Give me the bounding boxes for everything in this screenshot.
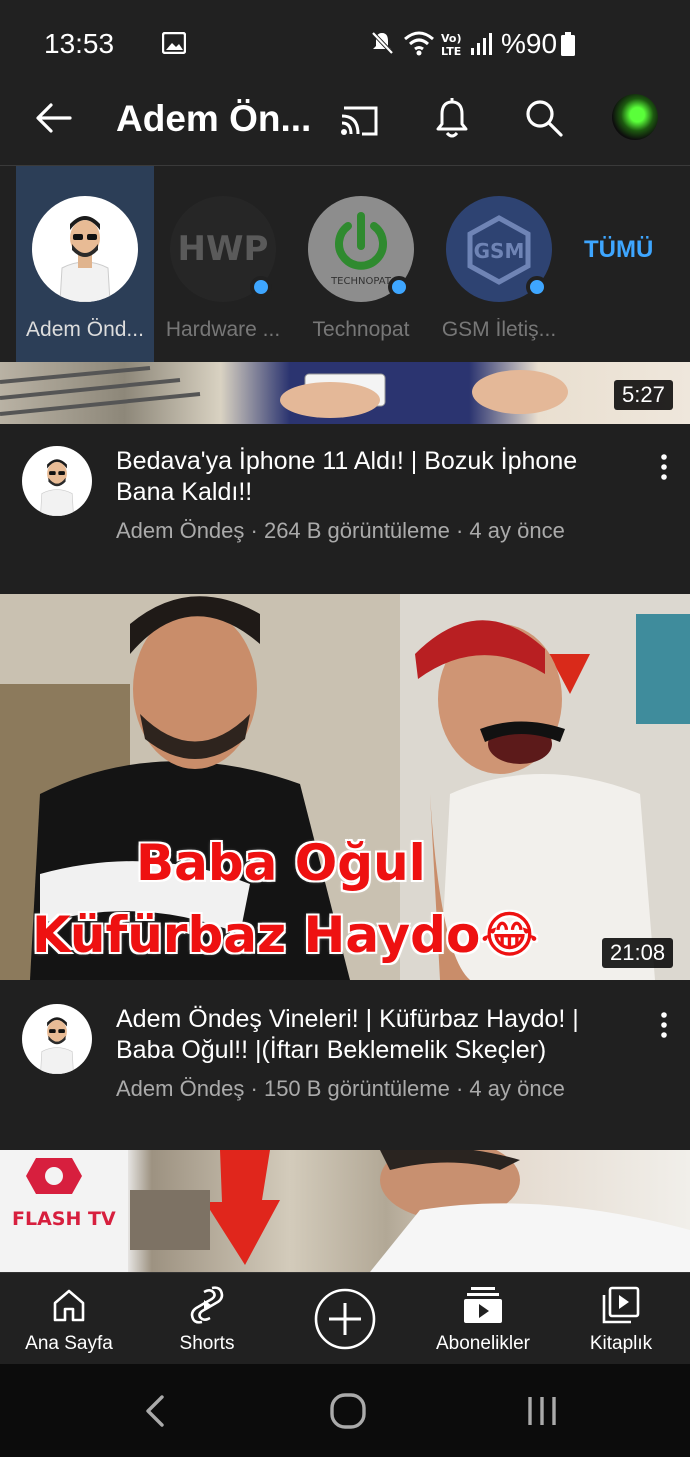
nav-home[interactable]: Ana Sayfa xyxy=(0,1273,138,1365)
nav-label: Abonelikler xyxy=(436,1333,530,1354)
library-icon xyxy=(602,1286,640,1324)
app-bar: Adem Ön... xyxy=(0,72,690,166)
thumbnail-caption-line2: Küfürbaz Haydo😂 xyxy=(32,906,539,964)
create-plus-icon xyxy=(314,1288,376,1350)
channel-logo-text: FLASH TV xyxy=(12,1208,116,1230)
channel-name: Adem Önd... xyxy=(26,318,144,341)
person-illustration xyxy=(59,216,111,302)
thumbnail-image xyxy=(0,366,568,418)
cast-icon[interactable] xyxy=(338,100,380,140)
svg-text:LTE: LTE xyxy=(441,45,461,58)
svg-text:Vo): Vo) xyxy=(441,32,462,45)
svg-text:GSM: GSM xyxy=(474,239,525,263)
subscriptions-icon xyxy=(464,1287,502,1323)
more-options-icon[interactable] xyxy=(652,1010,676,1040)
nav-create[interactable] xyxy=(276,1273,414,1365)
back-arrow-icon[interactable] xyxy=(34,98,74,138)
signal-icon xyxy=(471,33,492,55)
wifi-icon xyxy=(404,31,434,56)
person-illustration xyxy=(40,1017,74,1074)
video-thumbnail[interactable]: FLASH TV xyxy=(0,1150,690,1272)
account-avatar[interactable] xyxy=(612,94,658,140)
system-home-icon[interactable] xyxy=(328,1392,368,1430)
shorts-icon xyxy=(190,1286,224,1324)
page-title: Adem Ön... xyxy=(116,98,312,139)
nav-subscriptions[interactable]: Abonelikler xyxy=(414,1273,552,1365)
gallery-icon xyxy=(162,32,186,54)
video-info-row[interactable]: Bedava'ya İphone 11 Aldı! | Bozuk İphone… xyxy=(0,424,690,574)
status-time: 13:53 xyxy=(44,28,115,59)
video-metadata: Adem Öndeş · 264 B görüntüleme · 4 ay ön… xyxy=(116,518,565,543)
svg-text:HWP: HWP xyxy=(178,229,269,269)
mute-icon xyxy=(371,31,394,55)
new-content-dot xyxy=(526,276,548,298)
channel-item-adem-ondes[interactable]: Adem Önd... xyxy=(16,166,154,362)
channel-item-technopat[interactable]: TECHNOPAT Technopat xyxy=(292,166,430,362)
status-bar: 13:53 Vo) LTE %90 xyxy=(0,0,690,72)
channel-item-hardware[interactable]: HWP Hardware ... xyxy=(154,166,292,362)
search-icon[interactable] xyxy=(524,98,564,138)
all-channels-button[interactable]: TÜMÜ xyxy=(584,236,653,264)
bottom-navigation: Ana Sayfa Shorts Abonelikler Kitaplık xyxy=(0,1272,690,1364)
video-info-row[interactable]: Adem Öndeş Vineleri! | Küfürbaz Haydo! |… xyxy=(0,982,690,1132)
video-duration: 5:27 xyxy=(614,380,673,410)
person-illustration xyxy=(40,459,74,516)
video-duration: 21:08 xyxy=(602,938,674,968)
nav-label: Shorts xyxy=(179,1333,235,1354)
nav-label: Kitaplık xyxy=(589,1333,653,1354)
channel-name: GSM İletiş... xyxy=(441,318,557,341)
video-thumbnail[interactable]: Baba Oğul Küfürbaz Haydo😂 21:08 xyxy=(0,594,690,980)
nav-library[interactable]: Kitaplık xyxy=(552,1273,690,1365)
video-title[interactable]: Adem Öndeş Vineleri! | Küfürbaz Haydo! |… xyxy=(116,1004,636,1066)
channel-name: Technopat xyxy=(312,318,410,341)
nav-shorts[interactable]: Shorts xyxy=(138,1273,276,1365)
thumbnail-caption-line1: Baba Oğul xyxy=(136,834,426,892)
subscribed-channels: Adem Önd... HWP Hardware ... TECHNOPAT T… xyxy=(0,166,690,362)
new-content-dot xyxy=(388,276,410,298)
more-options-icon[interactable] xyxy=(652,452,676,482)
bell-icon[interactable] xyxy=(434,96,470,140)
system-back-icon[interactable] xyxy=(140,1394,170,1428)
nav-label: Ana Sayfa xyxy=(25,1333,113,1354)
home-icon xyxy=(53,1289,85,1322)
channel-avatar[interactable] xyxy=(22,446,92,516)
video-metadata: Adem Öndeş · 150 B görüntüleme · 4 ay ön… xyxy=(116,1076,565,1101)
video-thumbnail[interactable]: 5:27 xyxy=(0,362,690,424)
battery-percent: %90 xyxy=(501,28,558,59)
svg-text:TECHNOPAT: TECHNOPAT xyxy=(330,276,392,287)
new-content-dot xyxy=(250,276,272,298)
system-navigation-bar xyxy=(0,1364,690,1457)
video-title[interactable]: Bedava'ya İphone 11 Aldı! | Bozuk İphone… xyxy=(116,446,636,508)
volte-icon: Vo) LTE xyxy=(441,32,462,58)
battery-icon xyxy=(561,32,575,56)
channel-avatar[interactable] xyxy=(22,1004,92,1074)
channel-avatar xyxy=(32,196,138,302)
channel-item-gsm[interactable]: GSM GSM İletiş... xyxy=(430,166,568,362)
channel-name: Hardware ... xyxy=(165,318,281,341)
system-recents-icon[interactable] xyxy=(522,1394,562,1428)
